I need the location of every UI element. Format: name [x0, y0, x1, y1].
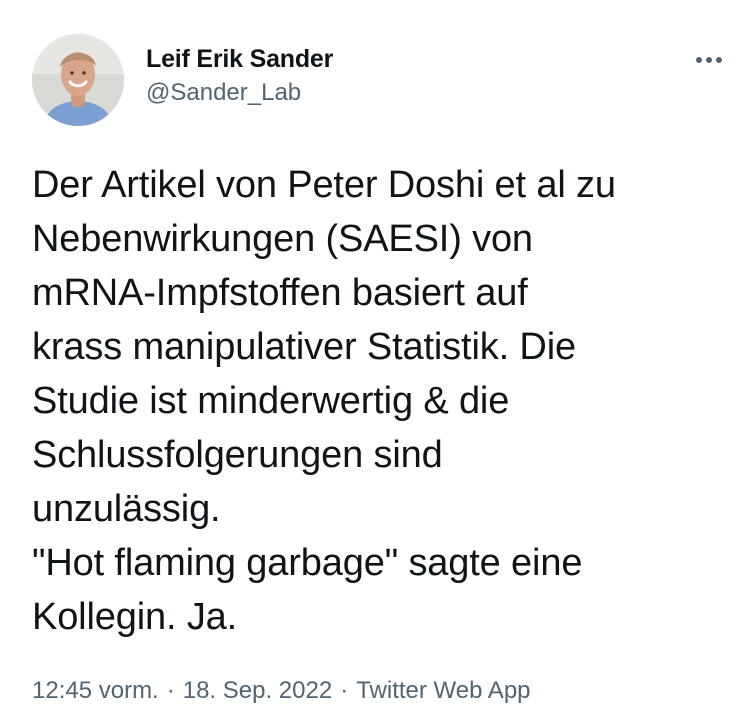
- avatar[interactable]: [32, 34, 124, 126]
- ellipsis-icon: [696, 57, 722, 63]
- tweet-text-line: Studie ist minderwertig & die: [32, 380, 510, 422]
- profile-photo: [32, 34, 124, 126]
- author-info: Leif Erik Sander @Sander_Lab: [146, 44, 333, 107]
- tweet-source: Twitter Web App: [356, 677, 531, 704]
- tweet-text-line: mRNA-Impfstoffen basiert auf: [32, 272, 528, 314]
- tweet-text-line: Schlussfolgerungen sind: [32, 434, 443, 476]
- tweet-card: Leif Erik Sander @Sander_Lab Der Artikel…: [0, 0, 750, 724]
- tweet-text-line: Der Artikel von Peter Doshi et al zu: [32, 164, 616, 206]
- user-handle[interactable]: @Sander_Lab: [146, 79, 333, 107]
- tweet-text-line: krass manipulativer Statistik. Die: [32, 326, 576, 368]
- meta-separator: ·: [166, 677, 175, 704]
- display-name[interactable]: Leif Erik Sander: [146, 44, 333, 74]
- tweet-time[interactable]: 12:45 vorm.: [32, 676, 159, 706]
- tweet-text: Der Artikel von Peter Doshi et al zu Neb…: [32, 158, 732, 644]
- tweet-date[interactable]: 18. Sep. 2022: [183, 676, 332, 706]
- tweet-header: Leif Erik Sander @Sander_Lab: [32, 34, 726, 128]
- more-horizontal-icon[interactable]: [692, 48, 726, 72]
- tweet-text-line: "Hot flaming garbage" sagte eine: [32, 542, 583, 584]
- tweet-metadata: 12:45 vorm. · 18. Sep. 2022 · Twitter Web Ap…: [32, 676, 531, 706]
- meta-separator: ·: [340, 677, 349, 704]
- tweet-text-line: Kollegin. Ja.: [32, 596, 238, 638]
- tweet-text-line: unzulässig.: [32, 488, 221, 530]
- tweet-text-line: Nebenwirkungen (SAESI) von: [32, 218, 533, 260]
